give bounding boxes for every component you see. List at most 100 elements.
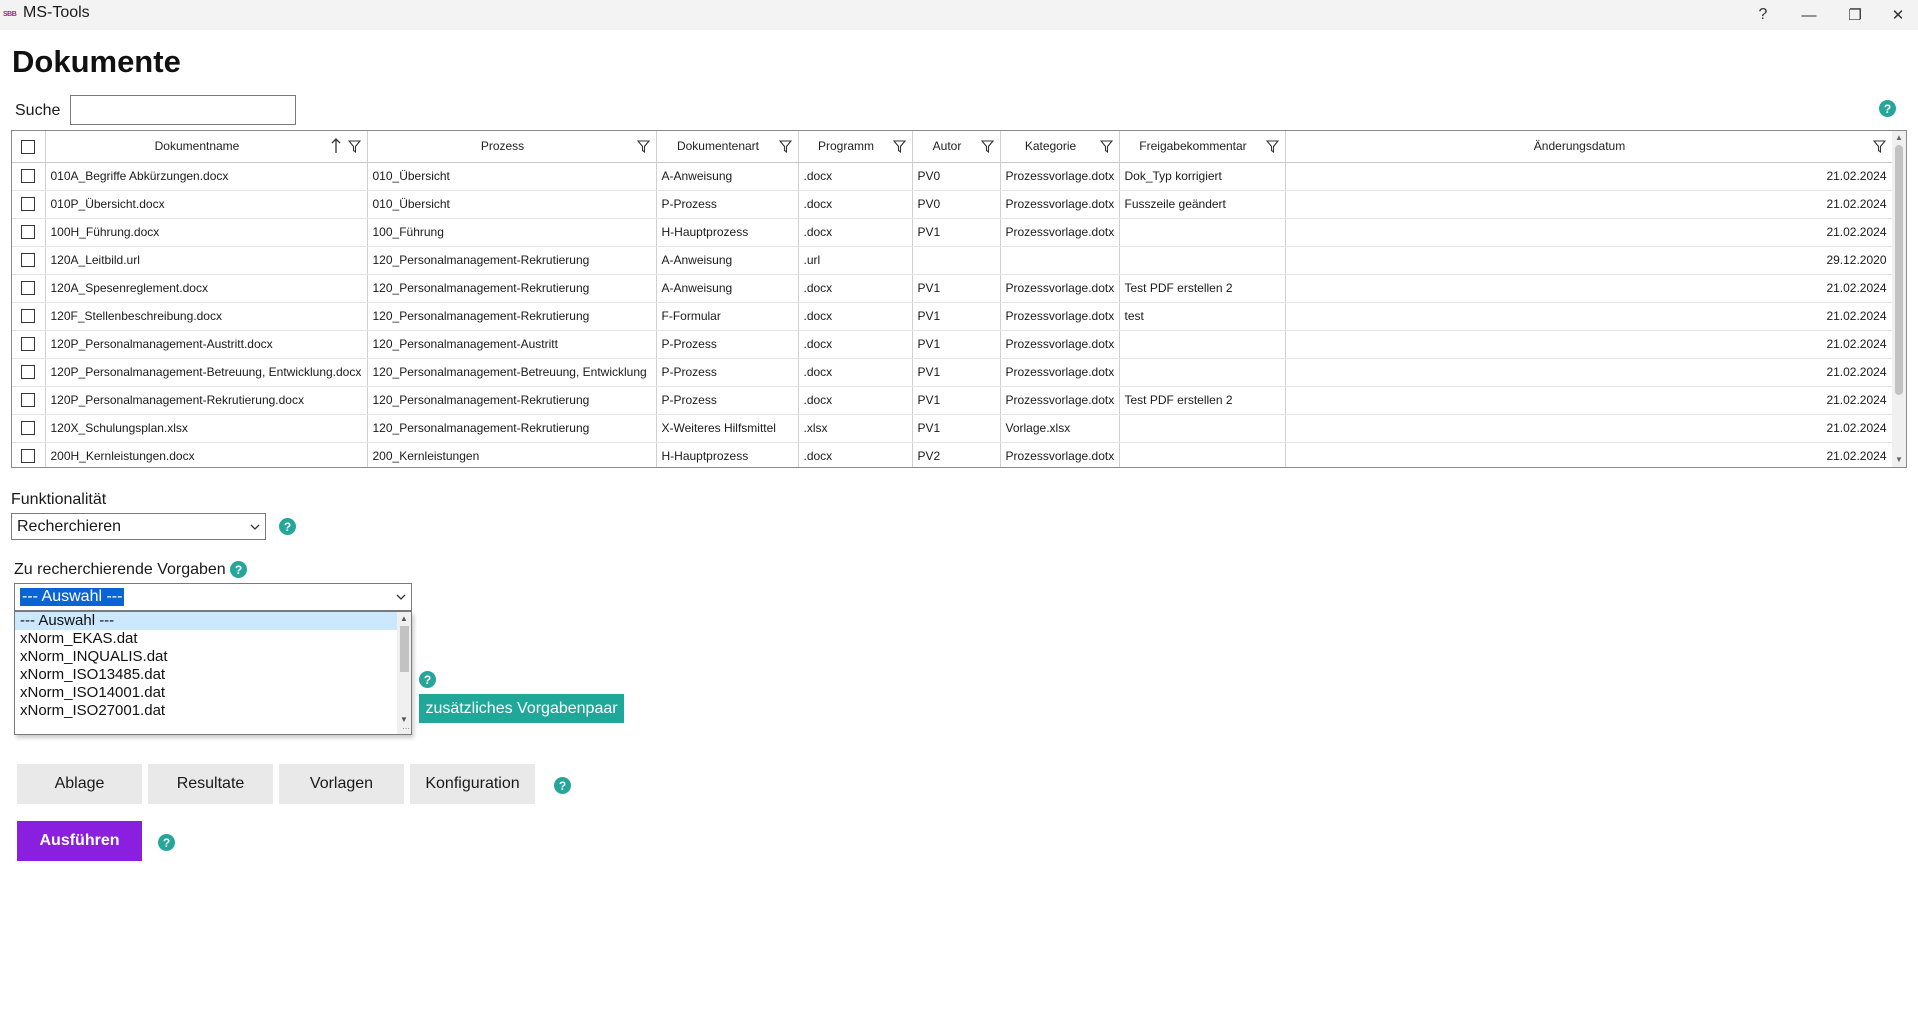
table-cell[interactable]: .docx: [798, 330, 913, 359]
row-checkbox[interactable]: [21, 169, 36, 184]
table-cell[interactable]: P-Prozess: [656, 330, 799, 359]
table-cell[interactable]: P-Prozess: [656, 358, 799, 387]
add-requirement-pair-button[interactable]: zusätzliches Vorgabenpaar: [419, 694, 624, 723]
funnel-icon[interactable]: [892, 140, 906, 153]
scroll-up-arrow-icon[interactable]: ▲: [1894, 133, 1904, 143]
column-header-dokumentenart[interactable]: Dokumentenart: [656, 131, 799, 163]
table-cell[interactable]: .docx: [798, 218, 913, 247]
dropdown-scrollbar[interactable]: ▲ ▼: [397, 612, 411, 734]
table-row[interactable]: 120X_Schulungsplan.xlsx 120_Personalmanag…: [12, 414, 1893, 443]
table-cell[interactable]: Fusszeile geändert: [1119, 190, 1286, 219]
column-header-kategorie[interactable]: Kategorie: [1000, 131, 1120, 163]
table-cell[interactable]: 21.02.2024: [1285, 330, 1893, 359]
table-scrollbar[interactable]: ▲ ▼: [1892, 131, 1906, 467]
table-cell[interactable]: Prozessvorlage.dotx: [1000, 330, 1120, 359]
dropdown-option[interactable]: xNorm_ISO27001.dat: [15, 702, 398, 720]
table-cell[interactable]: 21.02.2024: [1285, 274, 1893, 303]
table-row[interactable]: 120P_Personalmanagement-Betreuung, Entwi…: [12, 358, 1893, 387]
table-cell[interactable]: H-Hauptprozess: [656, 442, 799, 467]
table-cell[interactable]: X-Weiteres Hilfsmittel: [656, 414, 799, 443]
window-help-button[interactable]: ?: [1740, 0, 1786, 30]
scroll-up-arrow-icon[interactable]: ▲: [399, 614, 409, 623]
table-row[interactable]: 010A_Begriffe Abkürzungen.docx 010_Übersi…: [12, 162, 1893, 191]
column-header-freigabekommentar[interactable]: Freigabekommentar: [1119, 131, 1286, 163]
row-checkbox[interactable]: [21, 309, 36, 324]
scroll-down-arrow-icon[interactable]: ▼: [399, 715, 409, 724]
row-checkbox[interactable]: [21, 197, 36, 212]
table-cell[interactable]: H-Hauptprozess: [656, 218, 799, 247]
table-cell[interactable]: P-Prozess: [656, 386, 799, 415]
table-cell[interactable]: 120_Personalmanagement-Rekrutierung: [367, 386, 657, 415]
resultate-button[interactable]: Resultate: [148, 764, 273, 804]
table-cell[interactable]: 21.02.2024: [1285, 218, 1893, 247]
page-help-icon[interactable]: ?: [1879, 100, 1896, 117]
table-row[interactable]: 120A_Leitbild.url 120_Personalmanagement-…: [12, 246, 1893, 275]
table-cell[interactable]: [912, 246, 1001, 275]
table-cell[interactable]: Prozessvorlage.dotx: [1000, 302, 1120, 331]
funnel-icon[interactable]: [347, 140, 361, 153]
table-cell[interactable]: Prozessvorlage.dotx: [1000, 218, 1120, 247]
table-cell[interactable]: 120P_Personalmanagement-Rekrutierung.doc…: [45, 386, 368, 415]
table-cell[interactable]: F-Formular: [656, 302, 799, 331]
functionality-select[interactable]: Recherchieren: [11, 513, 266, 540]
table-cell[interactable]: 010P_Übersicht.docx: [45, 190, 368, 219]
funnel-icon[interactable]: [1265, 140, 1279, 153]
table-cell[interactable]: 120A_Leitbild.url: [45, 246, 368, 275]
column-header-prozess[interactable]: Prozess: [367, 131, 657, 163]
table-cell[interactable]: 120_Personalmanagement-Rekrutierung: [367, 246, 657, 275]
column-header-programm[interactable]: Programm: [798, 131, 913, 163]
table-cell[interactable]: 010A_Begriffe Abkürzungen.docx: [45, 162, 368, 191]
dropdown-option[interactable]: xNorm_INQUALIS.dat: [15, 648, 398, 666]
table-cell[interactable]: 200_Kernleistungen: [367, 442, 657, 467]
table-cell[interactable]: Prozessvorlage.dotx: [1000, 162, 1120, 191]
table-cell[interactable]: 120_Personalmanagement-Rekrutierung: [367, 302, 657, 331]
table-cell[interactable]: 29.12.2020: [1285, 246, 1893, 275]
table-cell[interactable]: 100H_Führung.docx: [45, 218, 368, 247]
table-cell[interactable]: 120A_Spesenreglement.docx: [45, 274, 368, 303]
table-cell[interactable]: .docx: [798, 162, 913, 191]
table-cell[interactable]: [1119, 414, 1286, 443]
add-pair-help-icon[interactable]: ?: [419, 671, 436, 688]
table-cell[interactable]: Prozessvorlage.dotx: [1000, 386, 1120, 415]
dropdown-option[interactable]: xNorm_ISO13485.dat: [15, 666, 398, 684]
table-cell[interactable]: 120F_Stellenbeschreibung.docx: [45, 302, 368, 331]
table-cell[interactable]: 200H_Kernleistungen.docx: [45, 442, 368, 467]
table-cell[interactable]: [1000, 246, 1120, 275]
row-checkbox[interactable]: [21, 393, 36, 408]
dropdown-scrollbar-thumb[interactable]: [400, 626, 409, 672]
table-cell[interactable]: [1119, 330, 1286, 359]
resize-grip-icon[interactable]: ⋯: [402, 724, 410, 733]
table-cell[interactable]: 21.02.2024: [1285, 302, 1893, 331]
table-cell[interactable]: A-Anweisung: [656, 274, 799, 303]
column-header-dokumentname[interactable]: Dokumentname: [45, 131, 368, 163]
requirements-help-icon[interactable]: ?: [230, 561, 247, 578]
table-row[interactable]: 200H_Kernleistungen.docx 200_Kernleistung…: [12, 442, 1893, 467]
table-cell[interactable]: PV1: [912, 386, 1001, 415]
row-checkbox[interactable]: [21, 281, 36, 296]
row-checkbox[interactable]: [21, 365, 36, 380]
table-cell[interactable]: 21.02.2024: [1285, 358, 1893, 387]
table-cell[interactable]: [1119, 358, 1286, 387]
column-header-autor[interactable]: Autor: [912, 131, 1001, 163]
table-row[interactable]: 120F_Stellenbeschreibung.docx 120_Persona…: [12, 302, 1893, 331]
table-cell[interactable]: 120_Personalmanagement-Rekrutierung: [367, 414, 657, 443]
table-cell[interactable]: .xlsx: [798, 414, 913, 443]
table-cell[interactable]: A-Anweisung: [656, 162, 799, 191]
table-cell[interactable]: 010_Übersicht: [367, 190, 657, 219]
row-checkbox[interactable]: [21, 253, 36, 268]
table-cell[interactable]: PV1: [912, 358, 1001, 387]
table-cell[interactable]: Vorlage.xlsx: [1000, 414, 1120, 443]
table-cell[interactable]: 120_Personalmanagement-Rekrutierung: [367, 274, 657, 303]
table-cell[interactable]: 120P_Personalmanagement-Austritt.docx: [45, 330, 368, 359]
table-cell[interactable]: PV1: [912, 330, 1001, 359]
table-cell[interactable]: 120_Personalmanagement-Austritt: [367, 330, 657, 359]
table-row[interactable]: 120P_Personalmanagement-Rekrutierung.doc…: [12, 386, 1893, 415]
window-close-button[interactable]: ✕: [1878, 0, 1918, 30]
funnel-icon[interactable]: [778, 140, 792, 153]
table-row[interactable]: 120P_Personalmanagement-Austritt.docx 120…: [12, 330, 1893, 359]
table-cell[interactable]: 120P_Personalmanagement-Betreuung, Entwi…: [45, 358, 368, 387]
table-cell[interactable]: 21.02.2024: [1285, 162, 1893, 191]
table-cell[interactable]: PV1: [912, 302, 1001, 331]
table-row[interactable]: 120A_Spesenreglement.docx 120_Personalman…: [12, 274, 1893, 303]
funnel-icon[interactable]: [1872, 140, 1886, 153]
